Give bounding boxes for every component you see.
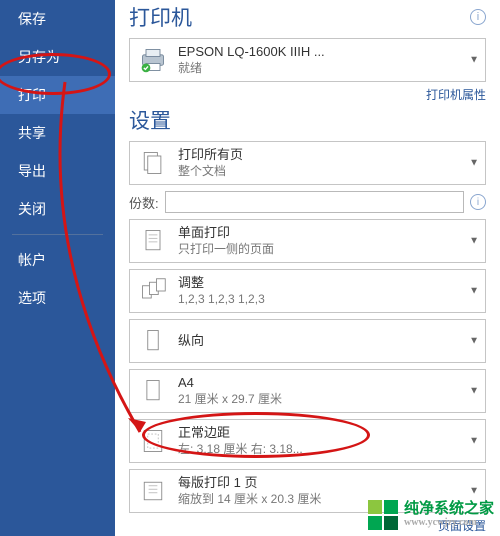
printer-name: EPSON LQ-1600K IIIH ... — [178, 44, 325, 61]
setting-orientation[interactable]: 纵向 ▼ — [129, 319, 486, 363]
setting-title: 每版打印 1 页 — [178, 475, 321, 492]
sidebar-separator — [12, 234, 103, 235]
margins-icon — [136, 424, 170, 458]
sidebar-label: 保存 — [18, 11, 46, 27]
collate-icon — [136, 274, 170, 308]
section-title-text: 打印机 — [129, 2, 192, 32]
pages-per-sheet-icon — [136, 474, 170, 508]
sidebar-label: 打印 — [18, 87, 46, 103]
dropdown-icon: ▼ — [469, 436, 479, 447]
watermark-logo-icon — [368, 500, 398, 530]
sidebar-item-options[interactable]: 选项 — [0, 279, 115, 317]
setting-title: 单面打印 — [178, 225, 274, 242]
dropdown-icon: ▼ — [469, 236, 479, 247]
dropdown-icon: ▼ — [469, 386, 479, 397]
sidebar-label: 帐户 — [18, 252, 46, 268]
section-title-text: 设置 — [129, 105, 171, 135]
setting-subtitle: 只打印一侧的页面 — [178, 242, 274, 258]
sidebar-item-export[interactable]: 导出 — [0, 152, 115, 190]
sidebar-label: 导出 — [18, 163, 46, 179]
setting-print-range[interactable]: 打印所有页 整个文档 ▼ — [129, 141, 486, 185]
setting-title: 正常边距 — [178, 425, 303, 442]
info-icon[interactable]: i — [470, 9, 486, 25]
sidebar-item-share[interactable]: 共享 — [0, 114, 115, 152]
printer-icon — [136, 43, 170, 77]
setting-paper-size[interactable]: A4 21 厘米 x 29.7 厘米 ▼ — [129, 369, 486, 413]
setting-title: A4 — [178, 375, 282, 392]
setting-margins[interactable]: 正常边距 左: 3.18 厘米 右: 3.18... ▼ — [129, 419, 486, 463]
printer-selector[interactable]: EPSON LQ-1600K IIIH ... 就绪 ▼ — [129, 38, 486, 82]
dropdown-icon: ▼ — [469, 286, 479, 297]
setting-subtitle: 左: 3.18 厘米 右: 3.18... — [178, 442, 303, 458]
sidebar-item-save[interactable]: 保存 — [0, 0, 115, 38]
paper-size-icon — [136, 374, 170, 408]
dropdown-icon: ▼ — [469, 158, 479, 169]
sidebar-item-close[interactable]: 关闭 — [0, 190, 115, 228]
printer-section-title: 打印机 i — [129, 2, 486, 32]
one-sided-icon — [136, 224, 170, 258]
settings-section-title: 设置 — [129, 105, 486, 135]
watermark-url: www.ycwjzy.com — [404, 517, 494, 529]
printer-properties-link[interactable]: 打印机属性 — [426, 88, 486, 102]
dropdown-icon: ▼ — [469, 336, 479, 347]
dropdown-icon: ▼ — [469, 55, 479, 66]
watermark-title: 纯净系统之家 — [404, 502, 494, 517]
setting-title: 调整 — [178, 275, 265, 292]
setting-subtitle: 1,2,3 1,2,3 1,2,3 — [178, 292, 265, 308]
copies-row: 份数: i — [129, 191, 486, 213]
setting-one-sided[interactable]: 单面打印 只打印一侧的页面 ▼ — [129, 219, 486, 263]
copies-input[interactable] — [165, 191, 464, 213]
portrait-icon — [136, 324, 170, 358]
setting-subtitle: 21 厘米 x 29.7 厘米 — [178, 392, 282, 408]
copies-label: 份数: — [129, 193, 159, 212]
setting-subtitle: 整个文档 — [178, 164, 243, 180]
watermark: 纯净系统之家 www.ycwjzy.com — [368, 500, 494, 530]
sidebar-item-account[interactable]: 帐户 — [0, 241, 115, 279]
backstage-sidebar: 保存 另存为 打印 共享 导出 关闭 帐户 选项 — [0, 0, 115, 536]
setting-subtitle: 缩放到 14 厘米 x 20.3 厘米 — [178, 492, 321, 508]
setting-title: 纵向 — [178, 333, 204, 350]
info-icon[interactable]: i — [470, 194, 486, 210]
printer-status: 就绪 — [178, 61, 325, 77]
sidebar-label: 选项 — [18, 290, 46, 306]
sidebar-label: 关闭 — [18, 201, 46, 217]
sidebar-item-save-as[interactable]: 另存为 — [0, 38, 115, 76]
setting-title: 打印所有页 — [178, 147, 243, 164]
setting-collation[interactable]: 调整 1,2,3 1,2,3 1,2,3 ▼ — [129, 269, 486, 313]
dropdown-icon: ▼ — [469, 486, 479, 497]
sidebar-label: 另存为 — [18, 49, 60, 65]
print-settings-panel: 打印机 i EPSON LQ-1600K IIIH ... 就绪 ▼ 打印机属性… — [115, 0, 500, 536]
sidebar-label: 共享 — [18, 125, 46, 141]
pages-icon — [136, 146, 170, 180]
sidebar-item-print[interactable]: 打印 — [0, 76, 115, 114]
